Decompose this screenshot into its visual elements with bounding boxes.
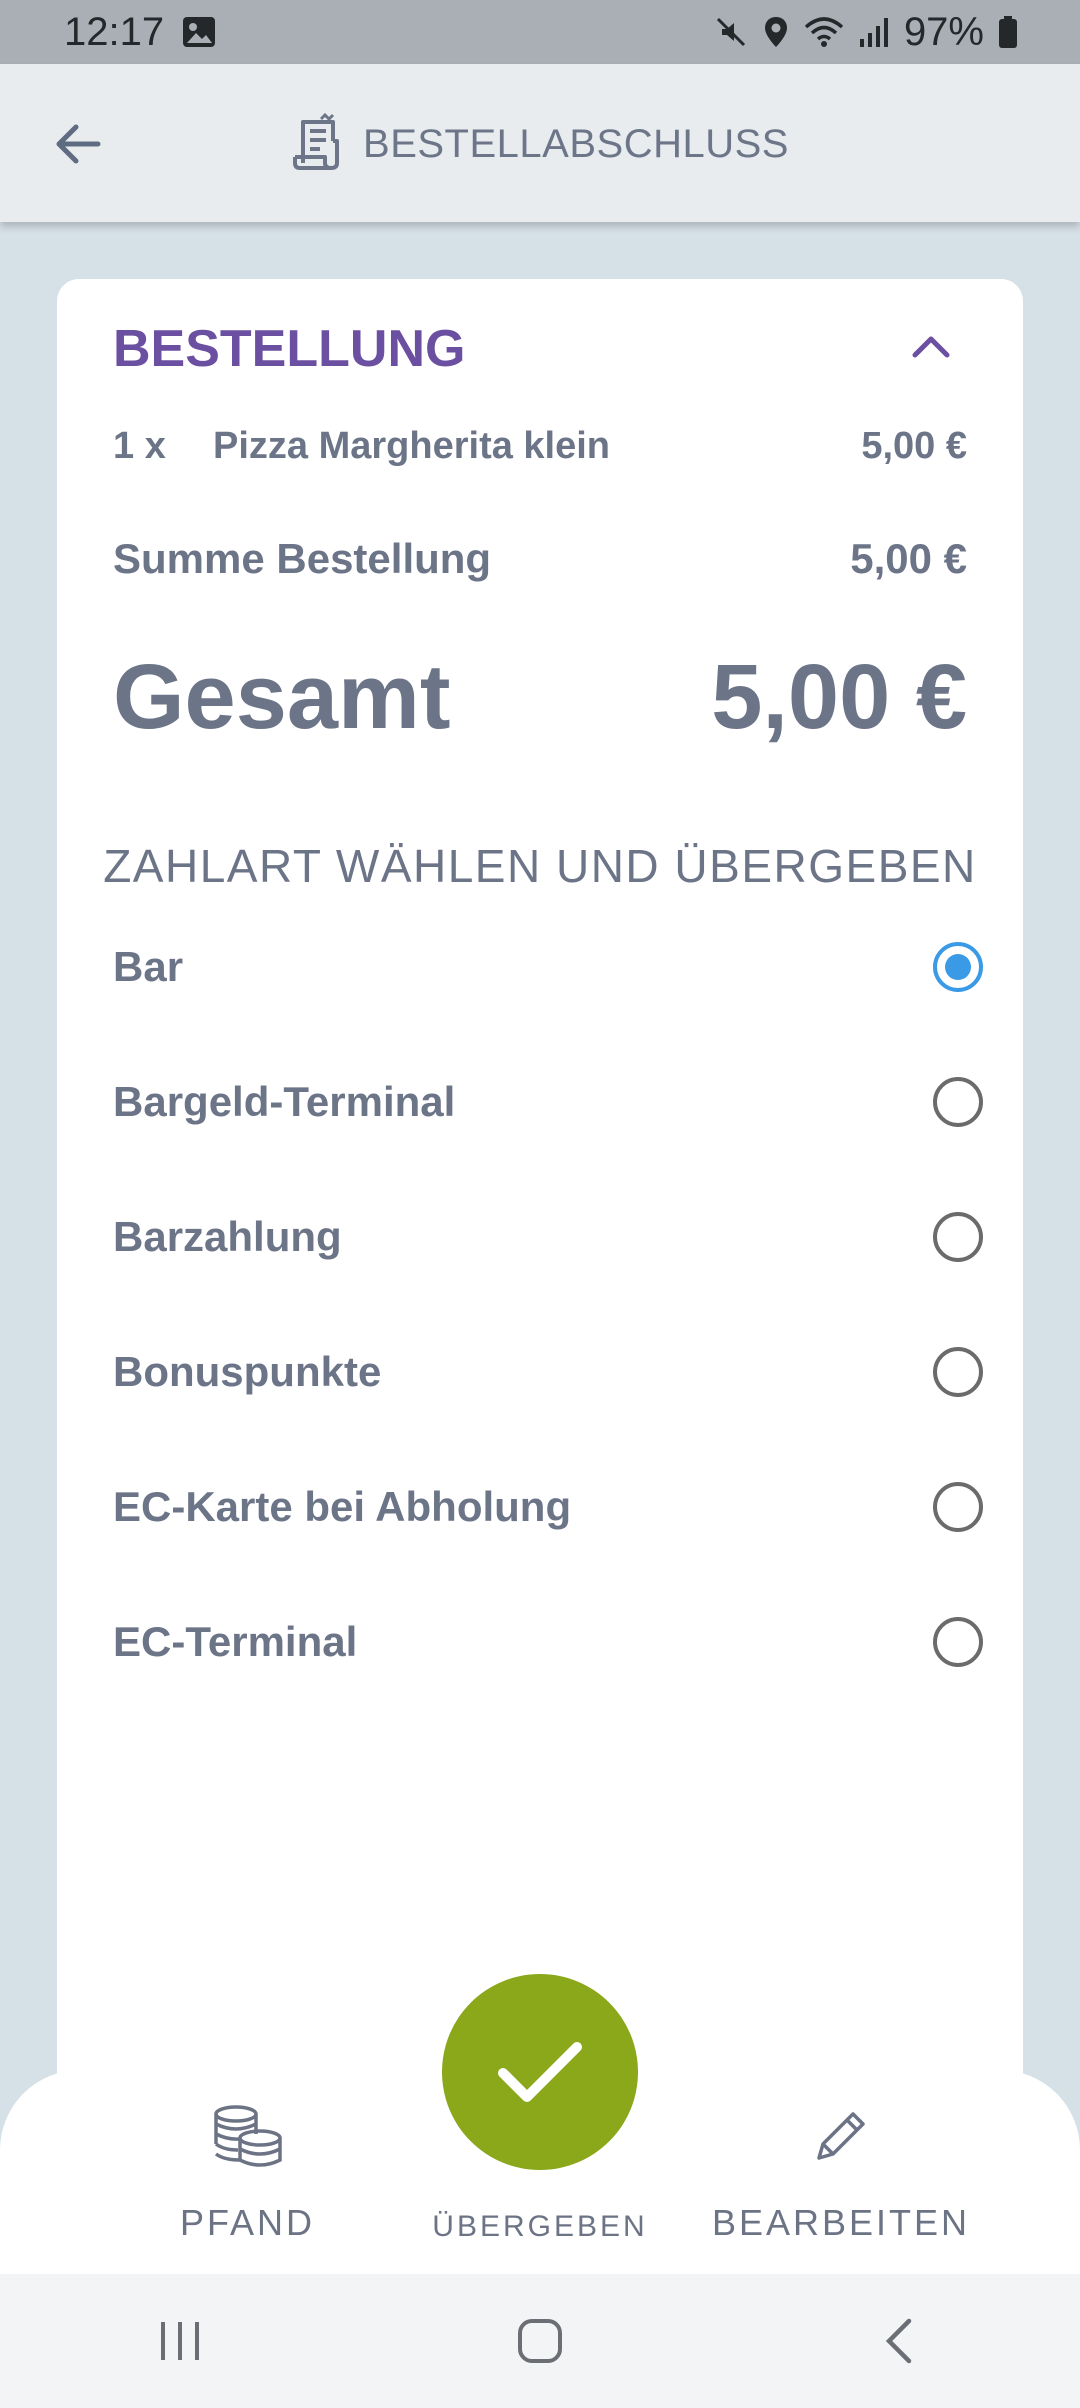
- order-item-row: 1 x Pizza Margherita klein 5,00 €: [113, 425, 967, 468]
- chevron-left-icon: [885, 2318, 912, 2364]
- confirm-label: ÜBERGEBEN: [432, 2210, 648, 2243]
- radio-button[interactable]: [933, 1212, 983, 1262]
- recents-icon: [161, 2322, 199, 2360]
- status-time: 12:17: [64, 9, 165, 54]
- radio-button[interactable]: [933, 1482, 983, 1532]
- radio-button[interactable]: [933, 1347, 983, 1397]
- collapse-button[interactable]: [909, 331, 953, 361]
- chevron-up-icon: [912, 336, 950, 358]
- check-icon: [498, 2042, 582, 2102]
- confirm-fab-container: [426, 1958, 654, 2186]
- confirm-button[interactable]: [442, 1974, 638, 2170]
- status-icons: 97%: [714, 10, 1018, 55]
- order-section-title: BESTELLUNG: [113, 320, 466, 378]
- payment-option-label: EC-Terminal: [113, 1618, 358, 1665]
- payment-option-bar[interactable]: Bar: [113, 917, 983, 1017]
- payment-option-ec-karte[interactable]: EC-Karte bei Abholung: [113, 1457, 983, 1557]
- payment-option-label: Bar: [113, 943, 184, 990]
- order-sum-label: Summe Bestellung: [113, 535, 492, 582]
- location-icon: [762, 15, 790, 49]
- payment-option-ec-terminal[interactable]: EC-Terminal: [113, 1592, 983, 1692]
- system-back-button[interactable]: [860, 2301, 940, 2381]
- system-navigation-bar: [0, 2274, 1080, 2408]
- status-bar: 12:17 97%: [0, 0, 1080, 64]
- payment-option-barzahlung[interactable]: Barzahlung: [113, 1187, 983, 1287]
- payment-option-label: Bargeld-Terminal: [113, 1078, 456, 1125]
- total-label: Gesamt: [113, 646, 451, 748]
- home-button[interactable]: [500, 2301, 580, 2381]
- payment-option-label: Barzahlung: [113, 1213, 342, 1260]
- payment-option-label: Bonuspunkte: [113, 1348, 382, 1395]
- image-notification-icon: [182, 16, 216, 48]
- order-item-price: 5,00 €: [861, 425, 967, 467]
- battery-icon: [998, 15, 1018, 49]
- signal-icon: [858, 15, 890, 49]
- payment-option-label: EC-Karte bei Abholung: [113, 1483, 572, 1530]
- page-title: BESTELLABSCHLUSS: [363, 121, 789, 166]
- total-value: 5,00 €: [711, 646, 967, 748]
- order-sum-row: Summe Bestellung 5,00 €: [113, 535, 967, 583]
- home-icon: [518, 2319, 562, 2363]
- wifi-icon: [804, 15, 844, 49]
- radio-button[interactable]: [933, 1077, 983, 1127]
- payment-option-bonuspunkte[interactable]: Bonuspunkte: [113, 1322, 983, 1422]
- receipt-icon: [291, 112, 349, 175]
- radio-button[interactable]: [933, 1617, 983, 1667]
- header-title-group: BESTELLABSCHLUSS: [0, 112, 1080, 175]
- order-item-qty: 1 x: [113, 425, 166, 467]
- payment-option-bargeld-terminal[interactable]: Bargeld-Terminal: [113, 1052, 983, 1152]
- order-item-name: Pizza Margherita klein: [213, 425, 611, 467]
- payment-heading: ZAHLART WÄHLEN UND ÜBERGEBEN: [103, 840, 977, 892]
- coins-icon: [210, 2096, 286, 2176]
- mute-icon: [714, 15, 748, 49]
- battery-percentage: 97%: [903, 9, 984, 54]
- app-header: BESTELLABSCHLUSS: [0, 64, 1080, 222]
- recents-button[interactable]: [140, 2301, 220, 2381]
- pencil-icon: [809, 2096, 873, 2176]
- radio-button-checked[interactable]: [933, 942, 983, 992]
- order-total-row: Gesamt 5,00 €: [113, 645, 967, 750]
- order-sum-value: 5,00 €: [850, 535, 967, 582]
